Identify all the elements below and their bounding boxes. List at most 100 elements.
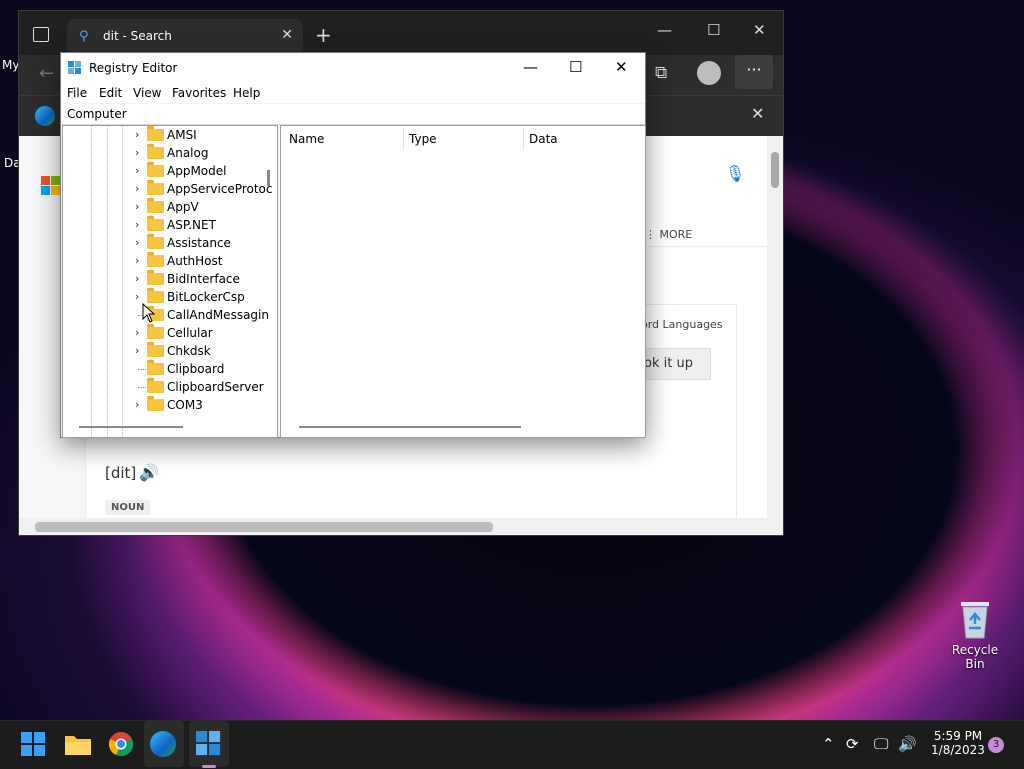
- registry-values-list[interactable]: Name Type Data: [280, 125, 646, 438]
- folder-icon: [147, 378, 164, 393]
- folder-icon: [147, 162, 164, 177]
- expand-chevron-icon[interactable]: ›: [135, 218, 139, 231]
- regedit-close-icon[interactable]: ✕: [615, 58, 628, 76]
- expand-chevron-icon[interactable]: ›: [135, 398, 139, 411]
- edge-icon: [150, 731, 176, 757]
- tree-item[interactable]: › AppV: [63, 198, 277, 216]
- tree-item-label: Assistance: [167, 236, 231, 250]
- tree-item[interactable]: › AppServiceProtoc: [63, 180, 277, 198]
- clock[interactable]: 5:59 PM 1/8/2023: [926, 729, 990, 757]
- registry-editor-window[interactable]: Registry Editor — ☐ ✕ File Edit View Fav…: [60, 52, 646, 438]
- tree-item-label: Clipboard: [167, 362, 225, 376]
- expand-chevron-icon[interactable]: ›: [135, 164, 139, 177]
- tree-item-label: Analog: [167, 146, 209, 160]
- taskbar: ⌃ ⟳ 🖵 🔊 5:59 PM 1/8/2023 3: [0, 720, 1024, 769]
- volume-icon[interactable]: 🔊: [898, 735, 917, 753]
- expand-chevron-icon[interactable]: ›: [135, 326, 139, 339]
- folder-icon: [65, 736, 91, 755]
- desktop-icon-label-my[interactable]: My: [2, 58, 19, 72]
- edge-titlebar[interactable]: ⚲ dit - Search ✕ + — ☐ ✕: [19, 11, 783, 55]
- tree-item[interactable]: Clipboard: [63, 360, 277, 378]
- list-horizontal-scrollbar[interactable]: [299, 426, 521, 428]
- tree-item[interactable]: › BitLockerCsp: [63, 288, 277, 306]
- menu-file[interactable]: File: [67, 86, 87, 100]
- tree-item-label: AppServiceProtoc: [167, 182, 273, 196]
- expand-chevron-icon[interactable]: ›: [135, 128, 139, 141]
- menu-view[interactable]: View: [133, 86, 161, 100]
- network-icon[interactable]: 🖵: [874, 735, 888, 753]
- show-hidden-icons-chevron-icon[interactable]: ⌃: [822, 735, 835, 753]
- menu-favorites[interactable]: Favorites: [172, 86, 226, 100]
- column-data[interactable]: Data: [529, 132, 558, 146]
- expand-chevron-icon[interactable]: ›: [135, 182, 139, 195]
- expand-chevron-icon[interactable]: ›: [135, 200, 139, 213]
- collections-icon[interactable]: ⧉: [655, 63, 667, 83]
- file-explorer-button[interactable]: [64, 731, 92, 759]
- regedit-minimize-icon[interactable]: —: [523, 58, 538, 76]
- sync-icon[interactable]: ⟳: [846, 735, 859, 753]
- mouse-cursor-icon: [142, 303, 156, 323]
- minimize-icon[interactable]: —: [657, 21, 672, 39]
- regedit-address-bar[interactable]: Computer: [61, 104, 645, 125]
- tree-item-label: CallAndMessagin: [167, 308, 269, 322]
- tab-dit-search[interactable]: ⚲ dit - Search ✕: [67, 19, 303, 55]
- tree-item[interactable]: › AuthHost: [63, 252, 277, 270]
- regedit-title: Registry Editor: [89, 61, 178, 75]
- notification-badge[interactable]: 3: [988, 737, 1004, 753]
- maximize-icon[interactable]: ☐: [707, 21, 720, 39]
- tree-item[interactable]: › AppModel: [63, 162, 277, 180]
- tree-item-label: COM3: [167, 398, 203, 412]
- microsoft-logo-icon: [41, 176, 61, 196]
- chrome-icon: [108, 732, 134, 757]
- new-tab-icon[interactable]: +: [315, 23, 332, 47]
- close-infobar-icon[interactable]: ✕: [751, 104, 764, 123]
- regedit-maximize-icon[interactable]: ☐: [569, 58, 582, 76]
- menu-edit[interactable]: Edit: [99, 86, 122, 100]
- tree-item-label: ASP.NET: [167, 218, 216, 232]
- start-button[interactable]: [20, 731, 48, 759]
- microphone-icon[interactable]: 🎙: [725, 164, 745, 183]
- expand-chevron-icon[interactable]: ›: [135, 146, 139, 159]
- more-options-icon[interactable]: ···: [735, 55, 773, 89]
- expand-chevron-icon[interactable]: ›: [135, 344, 139, 357]
- tab-actions-icon[interactable]: [33, 27, 49, 42]
- more-link[interactable]: ⋮ MORE: [645, 228, 692, 241]
- page-vertical-scrollbar[interactable]: [767, 136, 783, 518]
- profile-avatar-icon[interactable]: [697, 61, 721, 85]
- expand-chevron-icon[interactable]: ›: [135, 272, 139, 285]
- recycle-bin-shortcut[interactable]: Recycle Bin: [944, 598, 1006, 671]
- tree-item[interactable]: › COM3: [63, 396, 277, 414]
- page-horizontal-scrollbar[interactable]: [19, 518, 783, 535]
- regedit-titlebar[interactable]: Registry Editor — ☐ ✕: [61, 53, 645, 83]
- tree-item[interactable]: ClipboardServer: [63, 378, 277, 396]
- column-name[interactable]: Name: [289, 132, 324, 146]
- windows-start-icon: [21, 732, 45, 756]
- tree-item[interactable]: › Assistance: [63, 234, 277, 252]
- column-type[interactable]: Type: [409, 132, 437, 146]
- expand-chevron-icon[interactable]: ›: [135, 236, 139, 249]
- tree-item[interactable]: › AMSI: [63, 126, 277, 144]
- registry-tree[interactable]: › AMSI › Analog › AppModel › AppServiceProtoc › A…: [62, 125, 278, 438]
- menu-help[interactable]: Help: [233, 86, 260, 100]
- tree-item[interactable]: › ASP.NET: [63, 216, 277, 234]
- folder-icon: [147, 144, 164, 159]
- folder-icon: [147, 342, 164, 357]
- tree-item[interactable]: › Cellular: [63, 324, 277, 342]
- expand-chevron-icon[interactable]: ›: [135, 254, 139, 267]
- back-icon[interactable]: ←: [39, 63, 54, 84]
- chrome-button[interactable]: [108, 731, 136, 759]
- word-languages-link[interactable]: ord Languages: [641, 318, 723, 331]
- look-it-up-button[interactable]: ok it up: [637, 348, 711, 380]
- regedit-taskbar-button[interactable]: [196, 731, 224, 759]
- folder-icon: [147, 270, 164, 285]
- tree-item-label: BidInterface: [167, 272, 240, 286]
- tree-item[interactable]: CallAndMessagin: [63, 306, 277, 324]
- edge-taskbar-button[interactable]: [150, 731, 178, 759]
- speaker-icon[interactable]: 🔊: [139, 463, 159, 482]
- expand-chevron-icon[interactable]: ›: [135, 290, 139, 303]
- tree-item[interactable]: › Chkdsk: [63, 342, 277, 360]
- tree-item[interactable]: › BidInterface: [63, 270, 277, 288]
- tree-item[interactable]: › Analog: [63, 144, 277, 162]
- close-tab-icon[interactable]: ✕: [281, 27, 293, 43]
- close-window-icon[interactable]: ✕: [753, 21, 766, 39]
